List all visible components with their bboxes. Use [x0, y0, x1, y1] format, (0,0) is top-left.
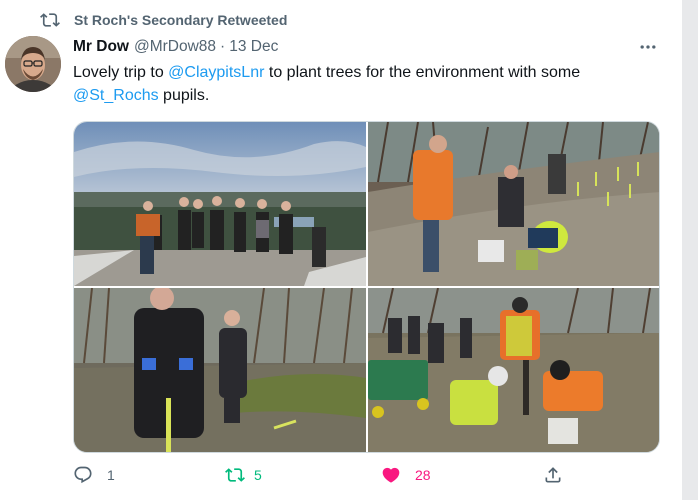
- retweet-count: 5: [254, 467, 262, 483]
- like-count: 28: [415, 467, 431, 483]
- like-button[interactable]: 28: [381, 465, 431, 485]
- tweet-text-part: to plant trees for the environment with …: [264, 64, 581, 81]
- tweet-actions: 1 5 28: [73, 465, 573, 489]
- planting-photo-wheelbarrow[interactable]: [368, 288, 659, 452]
- retweet-icon: [225, 468, 245, 482]
- planting-photo-hillside[interactable]: [368, 122, 659, 286]
- retweet-button[interactable]: 5: [225, 465, 262, 485]
- tweet-header: Mr Dow @MrDow88 · 13 Dec: [73, 36, 278, 58]
- reply-button[interactable]: 1: [73, 465, 115, 485]
- tweet-date[interactable]: 13 Dec: [229, 38, 278, 56]
- reply-count: 1: [107, 467, 115, 483]
- author-handle[interactable]: @MrDow88: [134, 38, 216, 56]
- avatar[interactable]: [5, 36, 61, 92]
- tweet-text: Lovely trip to @ClaypitsLnr to plant tre…: [73, 61, 663, 107]
- tweet-text-part: pupils.: [158, 87, 210, 104]
- more-icon: [640, 45, 656, 49]
- retweet-notice-text[interactable]: St Roch's Secondary Retweeted: [74, 12, 287, 28]
- retweet-icon: [40, 13, 60, 27]
- heart-icon: [382, 467, 400, 483]
- author-name[interactable]: Mr Dow: [73, 38, 129, 56]
- retweet-notice: St Roch's Secondary Retweeted: [40, 10, 287, 30]
- share-icon: [545, 467, 561, 483]
- tweet-text-part: Lovely trip to: [73, 64, 169, 81]
- reply-icon: [74, 466, 92, 484]
- teacher-and-pupil-photo[interactable]: [74, 288, 366, 452]
- mention-link[interactable]: @St_Rochs: [73, 87, 159, 104]
- share-button[interactable]: [543, 465, 563, 485]
- tweet-card[interactable]: St Roch's Secondary Retweeted Mr Dow @Mr…: [0, 0, 682, 500]
- group-photo-overlook[interactable]: [74, 122, 366, 286]
- media-grid: [73, 121, 660, 453]
- mention-link[interactable]: @ClaypitsLnr: [168, 64, 264, 81]
- more-options-button[interactable]: [636, 36, 660, 58]
- separator-dot: ·: [220, 38, 226, 55]
